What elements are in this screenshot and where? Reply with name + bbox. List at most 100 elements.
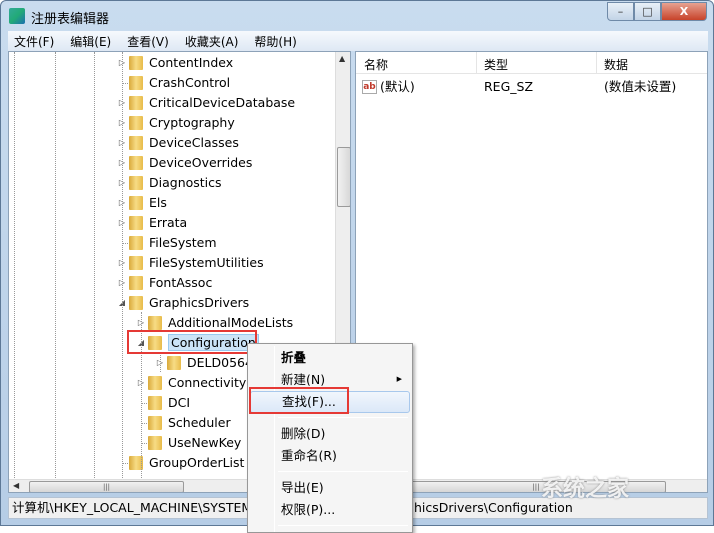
highlight-box-find [249, 387, 349, 414]
menu-file[interactable]: 文件(F) [8, 33, 60, 50]
tree-item-crashcontrol[interactable]: CrashControl [129, 73, 230, 93]
window-title: 注册表编辑器 [31, 12, 110, 27]
folder-icon [129, 76, 143, 90]
tree-item-els[interactable]: Els [129, 193, 167, 213]
tree-guide-line [122, 52, 123, 492]
tree-item-label: ContentIndex [149, 55, 234, 70]
tree-vertical-scroll-thumb[interactable] [337, 147, 350, 207]
folder-icon [129, 196, 143, 210]
folder-icon [148, 396, 162, 410]
folder-icon [129, 256, 143, 270]
folder-icon [129, 216, 143, 230]
minimize-button[interactable]: – [607, 2, 634, 21]
tree-item-deviceoverrides[interactable]: DeviceOverrides [129, 153, 252, 173]
context-menu-item[interactable]: 导出(E) [250, 477, 410, 499]
tree-item-label: Errata [149, 215, 188, 230]
folder-icon [129, 176, 143, 190]
folder-icon [129, 156, 143, 170]
tree-item-grouporderlist[interactable]: GroupOrderList [129, 453, 244, 473]
tree-item-label: Scheduler [168, 415, 231, 430]
folder-icon [129, 276, 143, 290]
context-menu-item[interactable]: 权限(P)... [250, 499, 410, 521]
column-data[interactable]: 数据 [604, 56, 628, 73]
tree-item-deviceclasses[interactable]: DeviceClasses [129, 133, 239, 153]
tree-item-criticaldevicedatabase[interactable]: CriticalDeviceDatabase [129, 93, 295, 113]
folder-icon [129, 96, 143, 110]
scroll-left-icon[interactable]: ◀ [13, 481, 19, 490]
tree-item-scheduler[interactable]: Scheduler [148, 413, 231, 433]
value-data: (数值未设置) [604, 79, 677, 94]
context-menu-item[interactable]: 删除(D) [250, 423, 410, 445]
tree-item-label: CriticalDeviceDatabase [149, 95, 296, 110]
tree-item-graphicsdrivers[interactable]: GraphicsDrivers [129, 293, 249, 313]
tree-item-label: UseNewKey [168, 435, 242, 450]
folder-icon [148, 416, 162, 430]
folder-icon [129, 136, 143, 150]
column-name[interactable]: 名称 [364, 56, 388, 73]
folder-icon [129, 56, 143, 70]
tree-item-label: FontAssoc [149, 275, 213, 290]
folder-icon [148, 436, 162, 450]
tree-item-diagnostics[interactable]: Diagnostics [129, 173, 222, 193]
folder-icon [129, 116, 143, 130]
tree-item-label: Cryptography [149, 115, 235, 130]
folder-icon [129, 296, 143, 310]
tree-item-contentindex[interactable]: ContentIndex [129, 53, 233, 73]
menu-favorites[interactable]: 收藏夹(A) [179, 33, 245, 50]
context-menu: 折叠 新建(N) ▶ 查找(F)... 删除(D) 重命名(R) 导出(E) 权限(P)... [247, 343, 413, 533]
tree-item-errata[interactable]: Errata [129, 213, 187, 233]
tree-guide-line [160, 352, 161, 372]
tree-item-filesystemutilities[interactable]: FileSystemUtilities [129, 253, 264, 273]
menu-separator [278, 471, 408, 472]
maximize-button[interactable]: □ [634, 2, 661, 21]
tree-item-connectivity[interactable]: Connectivity [148, 373, 246, 393]
folder-icon [148, 376, 162, 390]
tree-item-label: DELD0564 [187, 355, 253, 370]
submenu-arrow-icon: ▶ [396, 375, 402, 383]
tree-item-fontassoc[interactable]: FontAssoc [129, 273, 212, 293]
tree-item-label: Diagnostics [149, 175, 222, 190]
list-header: 名称 类型 数据 [356, 52, 707, 74]
tree-horizontal-scroll-thumb[interactable]: ||| [29, 481, 184, 492]
tree-item-filesystem[interactable]: FileSystem [129, 233, 217, 253]
tree-guide-line [55, 52, 56, 492]
status-path-left: 计算机\HKEY_LOCAL_MACHINE\SYSTEM\ [12, 500, 257, 515]
value-name: (默认) [380, 79, 415, 94]
string-value-icon: ab [362, 80, 377, 94]
folder-icon [148, 316, 162, 330]
menu-edit[interactable]: 编辑(E) [64, 33, 117, 50]
menu-separator [278, 417, 408, 418]
folder-icon [129, 236, 143, 250]
tree-item-label: Connectivity [168, 375, 247, 390]
scroll-up-icon[interactable]: ▲ [339, 54, 345, 63]
tree-item-label: FileSystemUtilities [149, 255, 264, 270]
menu-bar: 文件(F) 编辑(E) 查看(V) 收藏夹(A) 帮助(H) [8, 31, 708, 51]
tree-item-label: CrashControl [149, 75, 231, 90]
regedit-icon [9, 8, 25, 24]
tree-item-cryptography[interactable]: Cryptography [129, 113, 235, 133]
tree-item-label: GraphicsDrivers [149, 295, 250, 310]
tree-item-label: DeviceOverrides [149, 155, 253, 170]
value-type: REG_SZ [484, 79, 534, 94]
tree-item-label: FileSystem [149, 235, 217, 250]
menu-view[interactable]: 查看(V) [121, 33, 175, 50]
close-button[interactable]: X [661, 2, 707, 21]
column-type[interactable]: 类型 [484, 56, 508, 73]
tree-item-label: GroupOrderList [149, 455, 245, 470]
tree-item-dci[interactable]: DCI [148, 393, 190, 413]
title-bar: 注册表编辑器 – □ X [1, 1, 713, 31]
highlight-box-configuration [127, 330, 257, 354]
list-row[interactable]: ab (默认) REG_SZ (数值未设置) [356, 77, 706, 97]
watermark-logo: 系统之家 [541, 477, 630, 502]
tree-item-label: DeviceClasses [149, 135, 239, 150]
context-menu-item[interactable]: 折叠 [250, 347, 410, 369]
tree-guide-line [94, 52, 95, 492]
tree-item-label: AdditionalModeLists [168, 315, 294, 330]
tree-item-usenewkey[interactable]: UseNewKey [148, 433, 241, 453]
tree-item-label: DCI [168, 395, 191, 410]
tree-item-label: Els [149, 195, 167, 210]
menu-help[interactable]: 帮助(H) [248, 33, 302, 50]
tree-item-deld0564[interactable]: DELD0564 [167, 353, 253, 373]
context-menu-item[interactable]: 重命名(R) [250, 445, 410, 467]
tree-guide-line [14, 52, 15, 492]
